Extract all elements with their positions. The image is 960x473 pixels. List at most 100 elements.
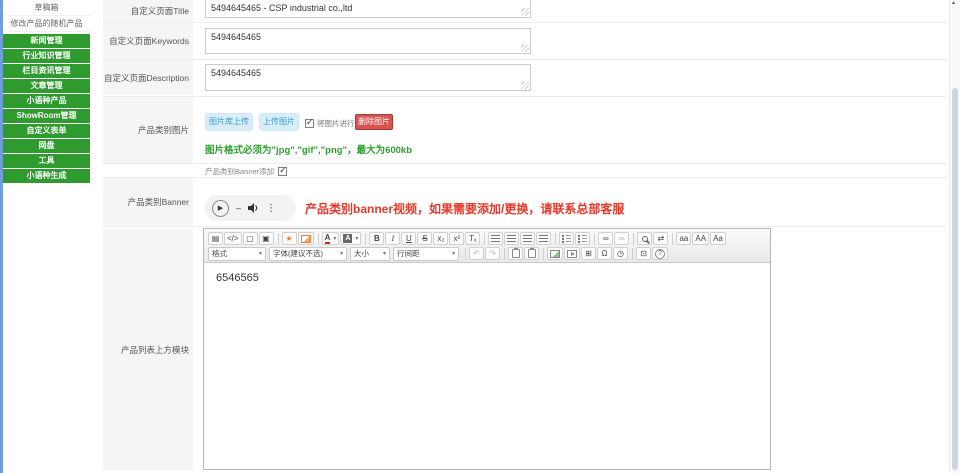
custom-page-description-label: 自定义页面Description — [103, 60, 193, 95]
flash-icon[interactable]: ★ — [282, 232, 297, 245]
search-button[interactable] — [637, 232, 652, 245]
upload-image-button[interactable]: 上传图片 — [259, 113, 299, 131]
custom-page-title-label: 自定义页面Title — [103, 0, 193, 22]
player-menu-icon[interactable]: ⋮ — [266, 203, 276, 214]
play-icon[interactable]: ▶ — [212, 200, 229, 217]
new-page-icon[interactable]: ▢ — [243, 232, 258, 245]
case-upper-button[interactable]: AA — [692, 232, 709, 245]
chevron-down-icon: ▾ — [333, 235, 336, 242]
chevron-down-icon: ▾ — [383, 250, 386, 257]
custom-page-title-input[interactable]: 5494645465 - CSP industrial co.,ltd — [205, 0, 531, 18]
lineheight-select-label: 行间距 — [397, 248, 420, 259]
special-char-button[interactable]: Ω — [597, 247, 612, 260]
source-code-icon[interactable]: </> — [224, 232, 242, 245]
export-icon[interactable]: ▤ — [208, 232, 223, 245]
undo-button[interactable]: ↶ — [469, 247, 484, 260]
insert-image-icon — [550, 250, 560, 258]
case-lower-button[interactable]: aa — [676, 232, 691, 245]
toolbar-separator — [594, 233, 595, 245]
superscript-button[interactable]: x² — [449, 232, 464, 245]
custom-page-keywords-input[interactable]: 5494645465 — [205, 28, 531, 54]
fullscreen-button[interactable]: ⊡ — [636, 247, 651, 260]
compress-checkbox[interactable] — [305, 119, 314, 128]
insert-media-button[interactable] — [564, 247, 580, 260]
banner-audio-player[interactable]: ▶ – ⋮ — [205, 195, 296, 221]
toolbar-separator — [632, 248, 633, 260]
chevron-down-icon: ▾ — [355, 235, 358, 242]
subscript-button[interactable]: x₂ — [433, 232, 448, 245]
remove-format-button[interactable]: Tₓ — [465, 232, 480, 245]
underline-button[interactable]: U — [401, 232, 416, 245]
volume-icon[interactable] — [248, 203, 259, 213]
font-color-button[interactable]: A▾ — [322, 232, 340, 245]
rich-text-editor: ▤ </> ▢ ▣ ★ A▾ A▾ B I U S x₂ x² — [203, 228, 771, 470]
unordered-list-button[interactable] — [575, 232, 590, 245]
help-icon: ? — [655, 249, 665, 259]
format-select-label: 格式 — [212, 248, 227, 259]
admin-page: 草稿箱 修改产品的随机产品 新闻管理 行业知识管理 栏目资讯管理 文章管理 小语… — [0, 0, 960, 473]
font-select-label: 字体(建议不选) — [273, 248, 323, 259]
replace-button[interactable]: ⇄ — [653, 232, 668, 245]
editor-content-text: 6546565 — [216, 272, 259, 284]
lineheight-select[interactable]: 行间距▾ — [393, 247, 459, 261]
format-select[interactable]: 格式▾ — [208, 247, 266, 261]
link-button[interactable]: ∞ — [598, 232, 613, 245]
row-divider — [103, 59, 947, 60]
banner-notice-text: 产品类别banner视频，如果需要添加/更换，请联系总部客服 — [305, 200, 624, 217]
custom-page-description-input[interactable]: 5494645465 — [205, 64, 531, 91]
paste-button[interactable] — [508, 247, 523, 260]
row-divider — [103, 226, 947, 227]
resize-grip-icon[interactable] — [521, 44, 529, 52]
help-button[interactable]: ? — [652, 247, 668, 260]
product-list-top-module-label: 产品列表上方模块 — [103, 229, 193, 470]
align-justify-icon — [539, 235, 548, 243]
insert-image-button[interactable] — [547, 247, 563, 260]
toolbar-separator — [555, 233, 556, 245]
bold-button[interactable]: B — [369, 232, 384, 245]
delete-image-button[interactable]: 删除图片 — [355, 114, 393, 130]
image-widget-icon[interactable] — [298, 232, 314, 245]
gallery-upload-button[interactable]: 图片库上传 — [205, 113, 253, 131]
insert-table-button[interactable]: ⊞ — [581, 247, 596, 260]
scrollbar-up-arrow-icon[interactable]: ▲ — [951, 0, 956, 6]
size-select[interactable]: 大小▾ — [350, 247, 390, 261]
toolbar-separator — [465, 248, 466, 260]
align-right-button[interactable] — [520, 232, 535, 245]
form-area: 自定义页面Title 5494645465 - CSP industrial c… — [0, 0, 960, 473]
ordered-list-button[interactable] — [559, 232, 574, 245]
strikethrough-button[interactable]: S — [417, 232, 432, 245]
scrollbar-thumb[interactable] — [952, 88, 958, 470]
resize-grip-icon[interactable] — [521, 81, 529, 89]
editor-content[interactable]: 6546565 — [204, 263, 770, 469]
custom-page-keywords-value: 5494645465 — [211, 32, 261, 42]
toolbar-separator — [504, 248, 505, 260]
bg-color-button[interactable]: A▾ — [340, 232, 361, 245]
align-left-button[interactable] — [488, 232, 503, 245]
resize-grip-icon[interactable] — [521, 8, 529, 16]
unlink-button[interactable]: ∞ — [614, 232, 629, 245]
align-center-icon — [507, 235, 516, 243]
row-divider — [103, 22, 947, 23]
preview-icon[interactable]: ▣ — [259, 232, 274, 245]
image-format-hint: 图片格式必须为"jpg","gif","png"，最大为600kb — [205, 142, 412, 156]
align-center-button[interactable] — [504, 232, 519, 245]
editor-toolbar-row1: ▤ </> ▢ ▣ ★ A▾ A▾ B I U S x₂ x² — [208, 231, 766, 246]
insert-media-icon — [567, 250, 577, 258]
font-select[interactable]: 字体(建议不选) ▾ — [269, 247, 347, 261]
toolbar-separator — [484, 233, 485, 245]
chevron-down-icon: ▾ — [340, 250, 343, 257]
paste-word-icon — [528, 249, 536, 258]
emoticon-button[interactable]: ◷ — [613, 247, 628, 260]
row-divider — [103, 163, 947, 164]
align-left-icon — [491, 235, 500, 243]
custom-page-description-value: 5494645465 — [211, 68, 261, 78]
case-title-button[interactable]: Aa — [710, 232, 726, 245]
image-widget-glyph — [301, 235, 311, 243]
paste-word-button[interactable] — [524, 247, 539, 260]
redo-button[interactable]: ↷ — [485, 247, 500, 260]
toolbar-separator — [633, 233, 634, 245]
banner-add-checkbox[interactable] — [278, 167, 287, 176]
align-justify-button[interactable] — [536, 232, 551, 245]
toolbar-separator — [672, 233, 673, 245]
italic-button[interactable]: I — [385, 232, 400, 245]
